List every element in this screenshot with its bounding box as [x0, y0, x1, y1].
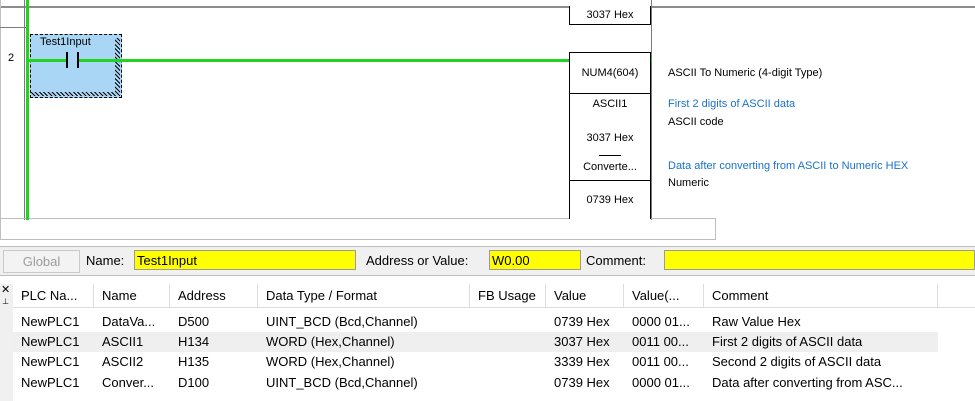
cell-plc-name: NewPLC1	[21, 334, 80, 349]
cell-fb-usage	[470, 332, 546, 352]
column-header-plc-name[interactable]: PLC Na...	[13, 284, 94, 308]
column-header-comment[interactable]: Comment	[704, 284, 938, 308]
column-header-address[interactable]: Address	[170, 284, 258, 308]
previous-fb-block: 3037 Hex	[569, 6, 651, 25]
fb-operand-1: ASCII1	[592, 98, 628, 110]
watch-table: PLC Na... Name Address Data Type / Forma…	[13, 284, 975, 401]
left-power-rail	[26, 0, 29, 220]
close-icon[interactable]: ✕	[1, 285, 10, 296]
table-row[interactable]: NewPLC1 Conver... D100 UINT_BCD (Bcd,Cha…	[13, 373, 938, 393]
cell-value: 0739 Hex	[554, 314, 610, 329]
previous-fb-value: 3037 Hex	[586, 9, 634, 21]
name-field[interactable]: Test1Input	[134, 250, 356, 270]
address-label: Address or Value:	[366, 253, 469, 268]
fb-operand-2-value: 0739 Hex	[586, 194, 634, 206]
operand-2-comment: Data after converting from ASCII to Nume…	[668, 160, 909, 172]
cell-name: ASCII2	[102, 354, 144, 369]
cell-name: DataVa...	[102, 314, 156, 329]
cell-data-type: WORD (Hex,Channel)	[266, 354, 395, 369]
ladder-diagram[interactable]: 3037 Hex 2 Test1Input NUM4(604) ASCII1 3…	[0, 0, 975, 240]
cell-plc-name: NewPLC1	[21, 354, 80, 369]
top-divider	[0, 6, 975, 8]
operand-2-type: Numeric	[668, 177, 709, 189]
cell-value-binary: 0000 01...	[632, 375, 690, 390]
cell-value-binary: 0011 00...	[632, 334, 689, 349]
cell-name: Conver...	[102, 375, 155, 390]
cell-fb-usage	[470, 352, 546, 372]
table-row[interactable]: NewPLC1 ASCII1 H134 WORD (Hex,Channel) 3…	[13, 332, 938, 352]
cell-value-binary: 0011 00...	[632, 354, 689, 369]
rung-number-divider	[24, 0, 25, 220]
cell-data-type: UINT_BCD (Bcd,Channel)	[266, 375, 418, 390]
rung-wire-right	[79, 59, 569, 62]
hscroll-edge	[0, 239, 716, 240]
fb-operand-2: Converte...	[583, 161, 637, 173]
column-header-name[interactable]: Name	[94, 284, 170, 308]
cell-plc-name: NewPLC1	[21, 375, 80, 390]
cell-comment: Data after converting from ASC...	[712, 375, 903, 390]
cell-comment: First 2 digits of ASCII data	[712, 334, 863, 349]
cell-value: 3339 Hex	[554, 354, 610, 369]
watch-pane-strip: ✕ ⊥	[0, 284, 14, 401]
rung-wire-left	[29, 59, 66, 62]
operand-1-type: ASCII code	[668, 116, 724, 128]
pin-icon[interactable]: ⊥	[2, 298, 9, 306]
cell-data-type: WORD (Hex,Channel)	[266, 334, 395, 349]
cell-data-type: UINT_BCD (Bcd,Channel)	[266, 314, 418, 329]
address-field[interactable]: W0.00	[489, 250, 581, 270]
cell-comment: Second 2 digits of ASCII data	[712, 354, 882, 369]
left-margin-line	[0, 0, 1, 240]
column-header-value-binary[interactable]: Value(...	[624, 284, 704, 308]
contact-label: Test1Input	[40, 36, 91, 48]
cell-name: ASCII1	[102, 334, 144, 349]
fb-operand-separator	[599, 155, 621, 156]
cell-value: 3037 Hex	[554, 334, 610, 349]
column-header-value[interactable]: Value	[546, 284, 624, 308]
cell-address: H135	[178, 354, 210, 369]
table-row[interactable]: NewPLC1 ASCII2 H135 WORD (Hex,Channel) 3…	[13, 352, 938, 372]
right-bus	[651, 0, 652, 220]
rung-separator	[0, 27, 26, 28]
diagram-corner	[715, 218, 716, 240]
cell-address: D100	[178, 375, 210, 390]
operand-1-comment: First 2 digits of ASCII data	[668, 98, 796, 110]
table-row[interactable]: NewPLC1 DataVa... D500 UINT_BCD (Bcd,Cha…	[13, 312, 938, 332]
column-header-filler	[938, 284, 975, 308]
selection-hatch-bottom	[30, 92, 120, 96]
instruction-comment: ASCII To Numeric (4-digit Type)	[668, 67, 823, 79]
global-button[interactable]: Global	[3, 250, 80, 273]
name-label: Name:	[86, 253, 125, 268]
cell-value: 0739 Hex	[554, 375, 610, 390]
fb-operand-2-divider	[570, 180, 650, 181]
cell-address: D500	[178, 314, 210, 329]
symbol-edit-toolbar: Global Name: Test1Input Address or Value…	[0, 246, 975, 276]
cell-fb-usage	[470, 373, 546, 393]
comment-label: Comment:	[586, 253, 646, 268]
cell-fb-usage	[470, 312, 546, 332]
cell-address: H134	[178, 334, 210, 349]
fb-header-divider	[570, 93, 650, 94]
cell-comment: Raw Value Hex	[712, 314, 801, 329]
column-header-data-type[interactable]: Data Type / Format	[258, 284, 470, 308]
cell-plc-name: NewPLC1	[21, 314, 80, 329]
comment-field[interactable]	[664, 250, 975, 270]
contact-left-bar	[66, 52, 68, 68]
column-header-fb-usage[interactable]: FB Usage	[470, 284, 546, 308]
fb-operand-1-value: 3037 Hex	[586, 132, 634, 144]
selection-hatch-right	[115, 38, 120, 96]
fb-instruction: NUM4(604)	[581, 67, 639, 79]
cell-value-binary: 0000 01...	[632, 314, 690, 329]
rung-number: 2	[8, 52, 15, 64]
